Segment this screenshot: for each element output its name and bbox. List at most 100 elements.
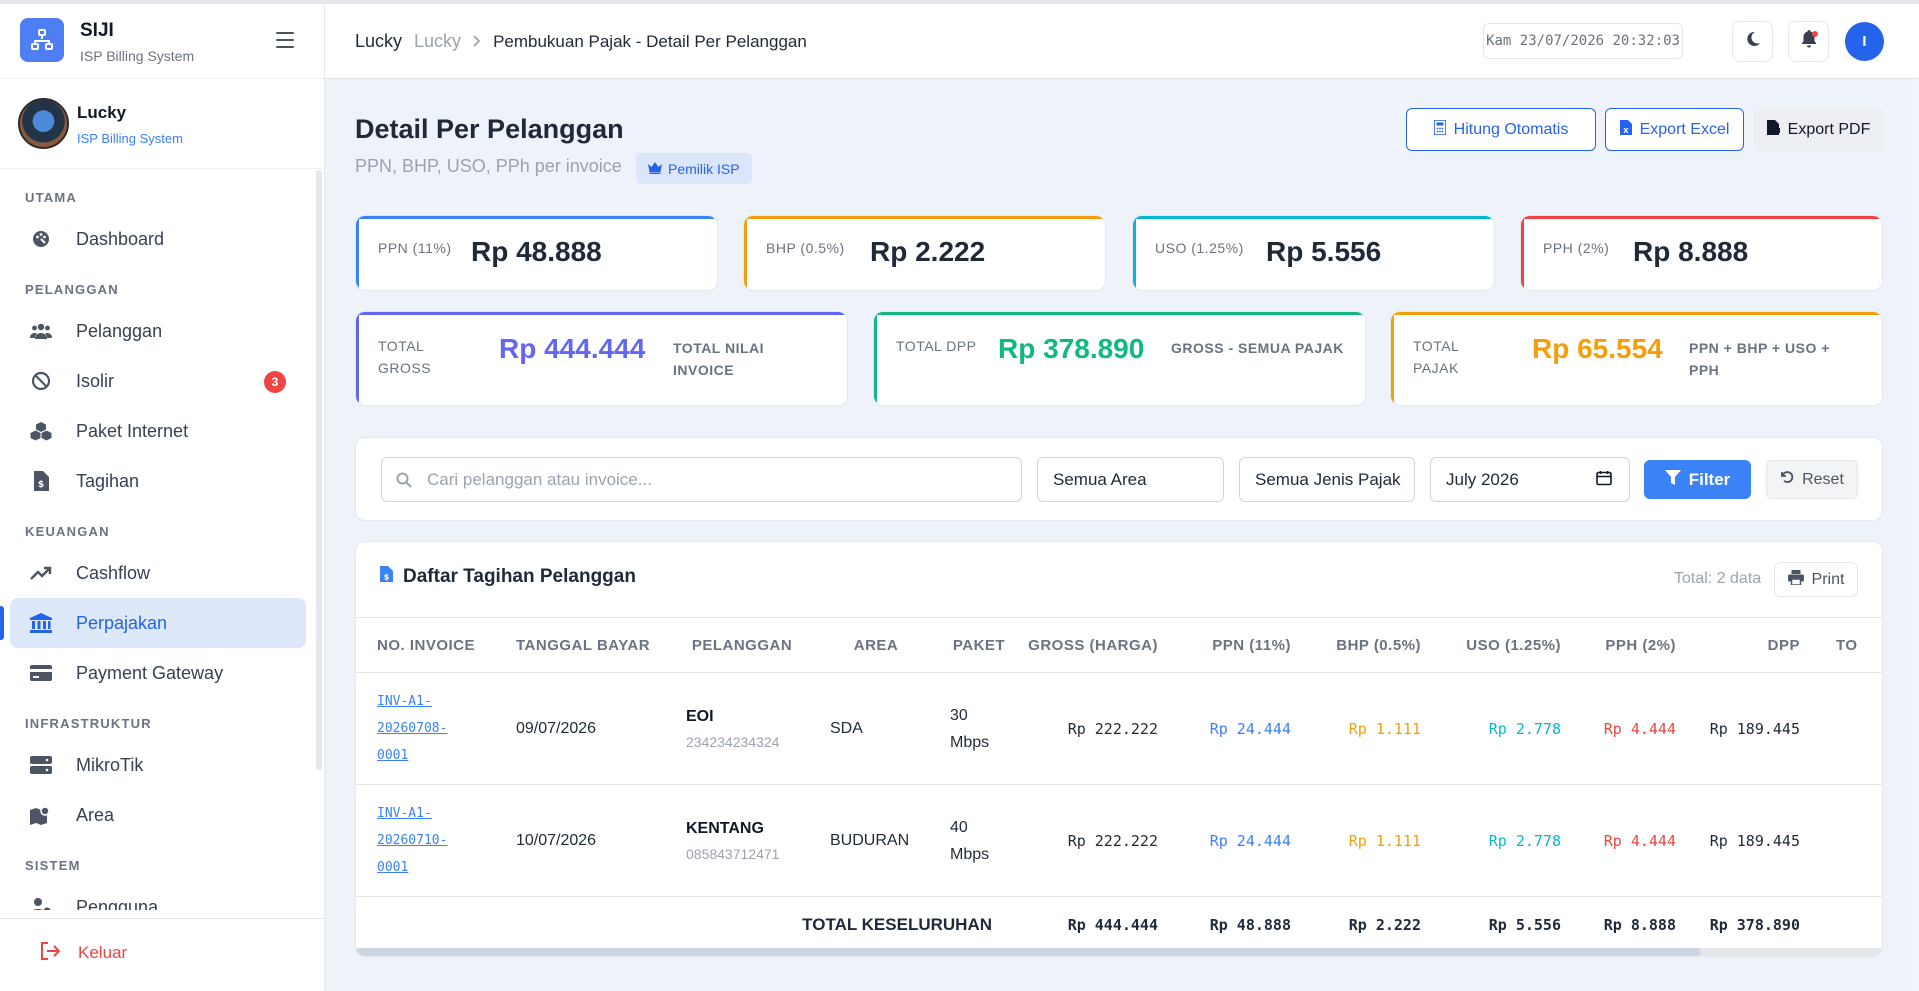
sidebar-item-area[interactable]: Area xyxy=(10,790,306,840)
user-role: ISP Billing System xyxy=(77,131,183,146)
owner-badge-label: Pemilik ISP xyxy=(668,160,740,177)
sidebar-item-pelanggan[interactable]: Pelanggan xyxy=(10,306,306,356)
summary-card-value: Rp 378.890 xyxy=(998,333,1145,364)
dark-mode-toggle[interactable] xyxy=(1732,21,1773,62)
col-customer[interactable]: PELANGGAN xyxy=(672,617,812,673)
logout-button[interactable]: Keluar xyxy=(0,918,324,987)
dpp-cell: Rp 189.445 xyxy=(1686,784,1818,897)
top-header: Lucky Lucky Pembukuan Pajak - Detail Per… xyxy=(325,4,1919,79)
brand: SIJI ISP Billing System xyxy=(0,4,324,79)
svg-text:$: $ xyxy=(384,573,390,582)
summary-card-label: TOTAL DPP xyxy=(896,338,977,354)
avatar[interactable] xyxy=(18,98,69,149)
col-gross[interactable]: GROSS (HARGA) xyxy=(1018,617,1168,673)
breadcrumb-item[interactable]: Lucky xyxy=(414,31,461,52)
footer-pph: Rp 8.888 xyxy=(1603,916,1676,935)
col-invoice[interactable]: NO. INVOICE xyxy=(356,617,496,673)
datetime-display: Kam 23/07/2026 20:32:03 xyxy=(1483,23,1683,59)
section-keuangan: KEUANGAN xyxy=(25,524,110,539)
breadcrumb: Lucky Lucky Pembukuan Pajak - Detail Per… xyxy=(355,31,807,52)
notifications-button[interactable] xyxy=(1788,21,1829,62)
calendar-icon[interactable] xyxy=(1596,470,1612,491)
user-cog-icon xyxy=(30,896,52,910)
map-icon xyxy=(30,804,52,826)
col-dpp[interactable]: DPP xyxy=(1686,617,1818,673)
pph-cell: Rp 4.444 xyxy=(1571,672,1686,785)
reset-button[interactable]: Reset xyxy=(1766,460,1858,499)
sidebar-item-dashboard[interactable]: Dashboard xyxy=(10,214,306,264)
crown-icon xyxy=(648,161,662,177)
table-horizontal-scrollbar[interactable] xyxy=(356,948,1882,956)
summary-card-desc: PPN + BHP + USO + PPH xyxy=(1689,340,1830,378)
search-input[interactable]: Cari pelanggan atau invoice... xyxy=(381,457,1022,502)
summary-card-pajak: TOTAL PAJAK Rp 65.554 PPN + BHP + USO + PP… xyxy=(1390,311,1883,406)
auto-calculate-button[interactable]: Hitung Otomatis xyxy=(1406,108,1596,151)
payment-date: 09/07/2026 xyxy=(496,672,672,785)
col-uso[interactable]: USO (1.25%) xyxy=(1431,617,1571,673)
total-count: Total: 2 data xyxy=(1674,570,1762,587)
chevron-right-icon xyxy=(473,31,481,52)
network-icon xyxy=(20,18,64,62)
area-select[interactable]: Semua Area xyxy=(1037,457,1224,502)
tax-type-select[interactable]: Semua Jenis Pajak xyxy=(1239,457,1415,502)
trend-up-icon xyxy=(30,562,52,584)
sidebar-item-perpajakan[interactable]: Perpajakan xyxy=(0,598,306,648)
section-utama: UTAMA xyxy=(25,190,77,205)
col-total[interactable]: TO xyxy=(1818,617,1882,673)
col-pph[interactable]: PPH (2%) xyxy=(1571,617,1686,673)
sidebar-item-mikrotik[interactable]: MikroTik xyxy=(10,740,306,790)
filter-button[interactable]: Filter xyxy=(1644,460,1751,499)
sidebar-nav: UTAMA Dashboard PELANGGAN Pelanggan Isol… xyxy=(0,170,316,910)
invoice-table-card: $ Daftar Tagihan Pelanggan Total: 2 data… xyxy=(355,541,1883,957)
total-cell xyxy=(1818,672,1882,785)
uso-cell: Rp 2.778 xyxy=(1431,784,1571,897)
footer-ppn: Rp 48.888 xyxy=(1209,916,1291,935)
sidebar-scrollbar[interactable] xyxy=(316,170,322,770)
sidebar-item-paket-internet[interactable]: Paket Internet xyxy=(10,406,306,456)
sidebar-item-label: Cashflow xyxy=(76,562,151,583)
scroll-thumb[interactable] xyxy=(356,948,1701,956)
sidebar-item-label: Tagihan xyxy=(76,470,140,491)
breadcrumb-item[interactable]: Lucky xyxy=(355,31,402,52)
ppn-cell: Rp 24.444 xyxy=(1168,672,1301,785)
logout-icon xyxy=(40,941,61,965)
total-cell xyxy=(1818,784,1882,897)
section-pelanggan: PELANGGAN xyxy=(25,282,119,297)
summary-card-dpp: TOTAL DPP Rp 378.890 GROSS - SEMUA PAJAK xyxy=(873,311,1366,406)
gross-cell: Rp 222.222 xyxy=(1018,672,1168,785)
col-date[interactable]: TANGGAL BAYAR xyxy=(496,617,672,673)
customer-cell: KENTANG 085843712471 xyxy=(672,784,812,897)
sidebar-item-pengguna[interactable]: Pengguna xyxy=(10,882,306,910)
logout-label: Keluar xyxy=(78,943,128,962)
col-paket[interactable]: PAKET xyxy=(940,617,1018,673)
area-cell: BUDURAN xyxy=(812,784,940,897)
section-infrastruktur: INFRASTRUKTUR xyxy=(25,716,152,731)
uso-cell: Rp 2.778 xyxy=(1431,672,1571,785)
menu-toggle-icon[interactable] xyxy=(276,32,294,48)
card-accent xyxy=(356,312,847,315)
export-pdf-button[interactable]: Export PDF xyxy=(1754,108,1883,151)
sidebar-item-tagihan[interactable]: $ Tagihan xyxy=(10,456,306,506)
export-excel-button[interactable]: X Export Excel xyxy=(1605,108,1744,151)
invoice-link[interactable]: INV-A1- 20260710- 0001 xyxy=(356,784,496,897)
col-ppn[interactable]: PPN (11%) xyxy=(1168,617,1301,673)
sidebar-item-isolir[interactable]: Isolir 3 xyxy=(10,356,306,406)
col-bhp[interactable]: BHP (0.5%) xyxy=(1301,617,1431,673)
profile-avatar-button[interactable]: I xyxy=(1845,22,1884,61)
bhp-cell: Rp 1.111 xyxy=(1301,672,1431,785)
isolir-count-badge: 3 xyxy=(264,371,286,393)
col-area[interactable]: AREA xyxy=(812,617,940,673)
dpp-cell: Rp 189.445 xyxy=(1686,672,1818,785)
user-panel: Lucky ISP Billing System xyxy=(0,79,324,169)
sidebar-item-payment-gateway[interactable]: Payment Gateway xyxy=(10,648,306,698)
undo-icon xyxy=(1780,470,1794,489)
reset-label: Reset xyxy=(1802,470,1844,488)
page-scrollbar[interactable] xyxy=(1911,79,1919,991)
sidebar-item-cashflow[interactable]: Cashflow xyxy=(10,548,306,598)
print-button[interactable]: Print xyxy=(1774,562,1858,597)
table-footer-row: TOTAL KESELURUHAN Rp 444.444 Rp 48.888 R… xyxy=(356,897,1882,954)
pph-cell: Rp 4.444 xyxy=(1571,784,1686,897)
file-pdf-icon xyxy=(1766,119,1780,140)
invoice-link[interactable]: INV-A1- 20260708- 0001 xyxy=(356,672,496,785)
users-icon xyxy=(30,320,52,342)
